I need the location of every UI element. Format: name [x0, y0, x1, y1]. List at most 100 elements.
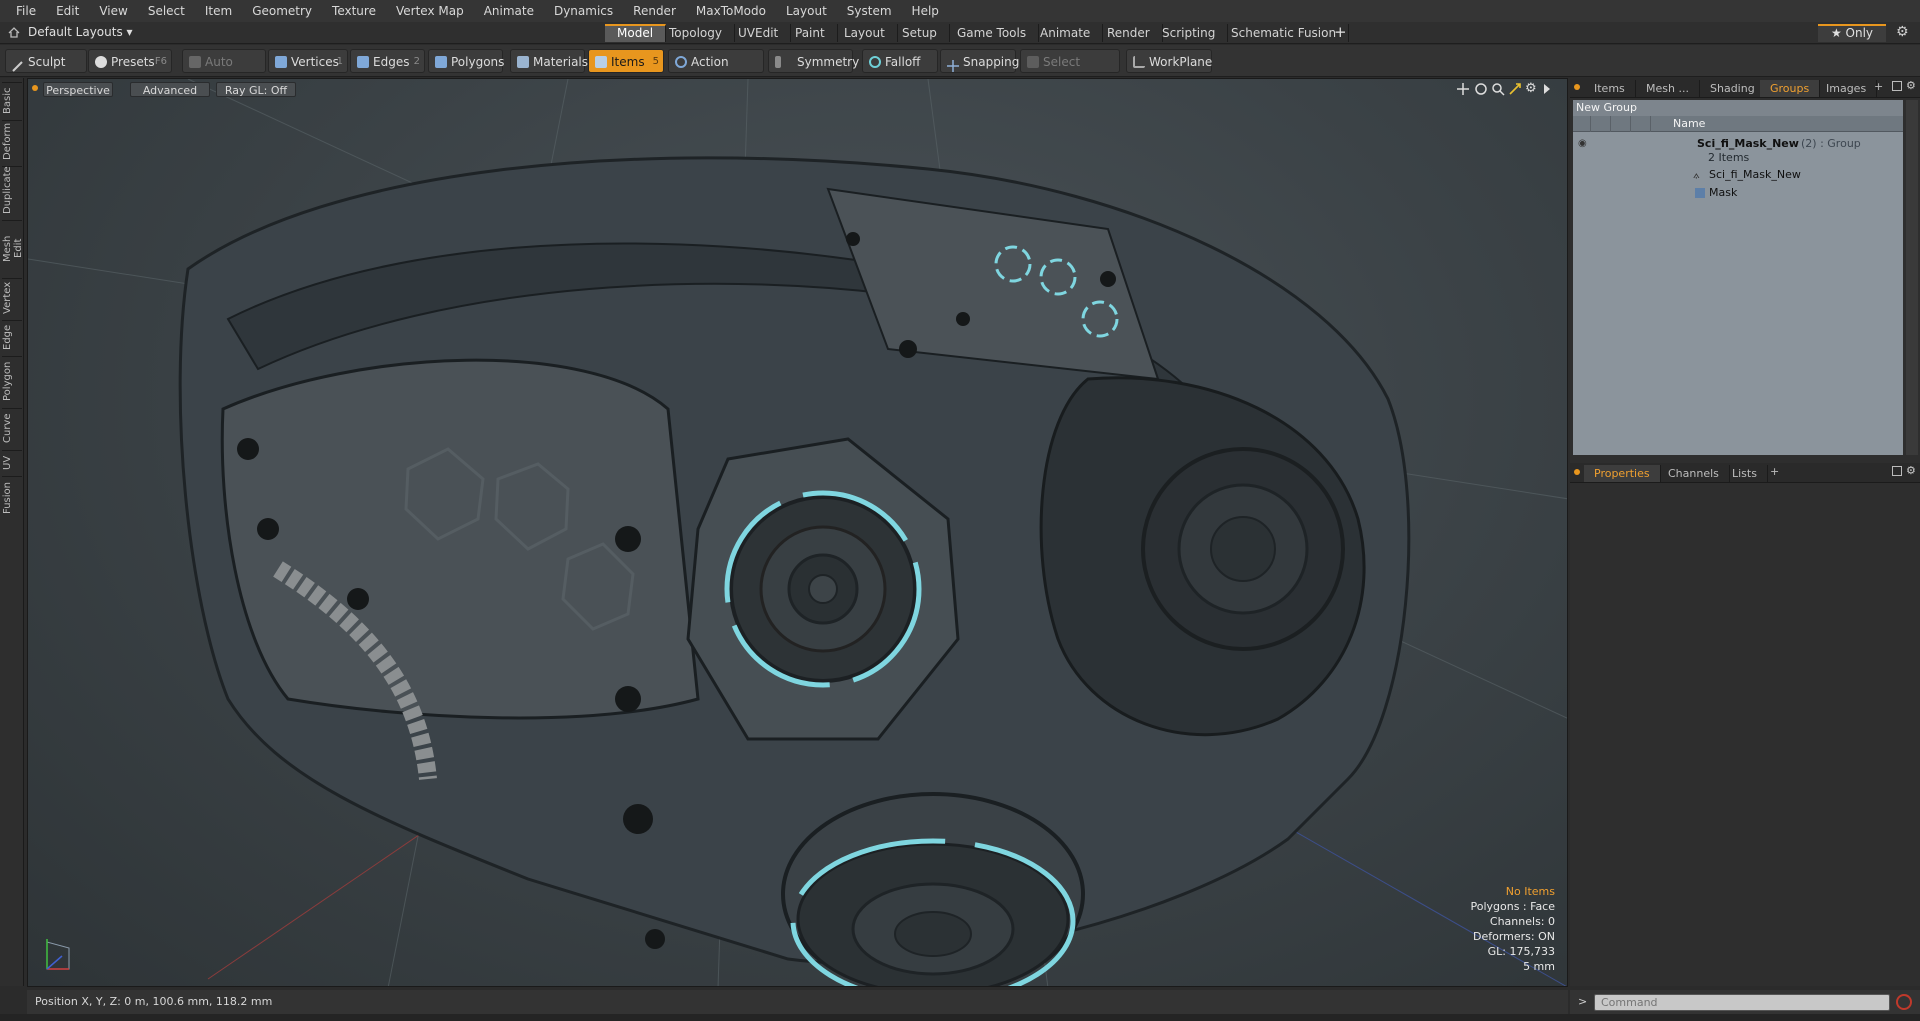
vertices-label: Vertices	[291, 55, 339, 69]
vtab-deform[interactable]: Deform	[2, 120, 22, 164]
items-button[interactable]: Items 5	[588, 49, 664, 73]
select-column-icon[interactable]	[1631, 116, 1651, 132]
vtab-mesh-edit[interactable]: Mesh Edit	[2, 220, 24, 276]
materials-icon	[517, 56, 529, 68]
list-item[interactable]: ⟑ Sci_fi_Mask_New	[1573, 167, 1903, 185]
tab-setup[interactable]: Setup	[890, 24, 950, 42]
tab-game-tools[interactable]: Game Tools	[945, 24, 1040, 42]
menu-animate[interactable]: Animate	[474, 4, 544, 18]
tab-shading[interactable]: Shading	[1700, 80, 1766, 97]
symmetry-button[interactable]: Symmetry	[768, 49, 859, 73]
menu-maxtomodo[interactable]: MaxToModo	[686, 4, 776, 18]
eye-icon[interactable]: ◉	[1578, 138, 1587, 149]
tab-layout[interactable]: Layout	[832, 24, 898, 42]
edges-icon	[357, 56, 369, 68]
tab-schematic-fusion[interactable]: Schematic Fusion	[1219, 24, 1350, 42]
tab-paint[interactable]: Paint	[783, 24, 838, 42]
vtab-basic[interactable]: Basic	[2, 82, 22, 118]
only-toggle[interactable]: ★ Only	[1818, 24, 1886, 42]
record-icon[interactable]	[1896, 994, 1912, 1010]
name-column-header[interactable]: Name	[1673, 117, 1705, 130]
panel-gear-icon[interactable]: ⚙	[1906, 79, 1916, 92]
groups-scrollbar[interactable]	[1906, 100, 1918, 455]
vtab-fusion[interactable]: Fusion	[2, 476, 22, 520]
action-center-button[interactable]: Action Center	[668, 49, 764, 93]
new-group-button[interactable]: New Group	[1576, 101, 1637, 114]
vtab-curve[interactable]: Curve	[2, 408, 22, 448]
menu-texture[interactable]: Texture	[322, 4, 386, 18]
presets-button[interactable]: Presets F6	[88, 49, 172, 73]
tab-items[interactable]: Items	[1584, 80, 1636, 97]
lock-column-icon[interactable]	[1611, 116, 1631, 132]
layout-bar: Default Layouts ▾ Model Topology UVEdit …	[0, 22, 1920, 44]
fit-icon[interactable]	[1508, 82, 1522, 96]
menu-layout[interactable]: Layout	[776, 4, 837, 18]
viewport-settings-icon[interactable]: ⚙	[1525, 81, 1537, 96]
tab-images[interactable]: Images	[1816, 80, 1878, 97]
tab-mesh[interactable]: Mesh ...	[1636, 80, 1700, 97]
menu-edit[interactable]: Edit	[46, 4, 89, 18]
vtab-duplicate[interactable]: Duplicate	[2, 166, 22, 218]
sculpt-button[interactable]: Sculpt	[5, 49, 87, 73]
shading-advanced-dropdown[interactable]: Advanced	[130, 82, 210, 97]
menu-file[interactable]: File	[6, 4, 46, 18]
select-through-icon	[1027, 56, 1039, 68]
add-panel-tab-button[interactable]: +	[1770, 465, 1779, 478]
panel-dot-icon[interactable]	[1574, 469, 1580, 475]
vtab-edge[interactable]: Edge	[2, 320, 22, 354]
vtab-polygon[interactable]: Polygon	[2, 356, 22, 406]
3d-viewport[interactable]: Perspective Advanced Ray GL: Off ⚙ No It…	[27, 78, 1568, 987]
render-column-icon[interactable]	[1591, 116, 1611, 132]
tab-properties[interactable]: Properties	[1584, 465, 1661, 482]
materials-button[interactable]: Materials	[510, 49, 588, 73]
zoom-icon[interactable]	[1491, 82, 1505, 96]
sculpt-icon	[12, 56, 24, 72]
menu-render[interactable]: Render	[623, 4, 686, 18]
maximize-icon[interactable]	[1892, 81, 1902, 91]
snapping-button[interactable]: Snapping	[940, 49, 1019, 73]
panel-dot-icon[interactable]	[1574, 84, 1580, 90]
tab-groups[interactable]: Groups	[1760, 80, 1821, 97]
select-through-button[interactable]: Select Through	[1020, 49, 1120, 93]
sci-fi-mask-model	[178, 156, 1411, 986]
vertices-button[interactable]: Vertices 1	[268, 49, 348, 73]
workplane-button[interactable]: WorkPlane	[1126, 49, 1212, 73]
menu-select[interactable]: Select	[138, 4, 195, 18]
raygl-toggle[interactable]: Ray GL: Off	[216, 82, 296, 97]
menu-view[interactable]: View	[89, 4, 137, 18]
gear-icon[interactable]: ⚙	[1896, 24, 1909, 40]
scene-canvas[interactable]	[28, 79, 1568, 987]
rotate-icon[interactable]	[1474, 82, 1488, 96]
falloff-button[interactable]: Falloff	[862, 49, 938, 73]
visibility-column-icon[interactable]	[1573, 116, 1591, 132]
tab-uvedit[interactable]: UVEdit	[726, 24, 792, 42]
command-input[interactable]	[1594, 994, 1890, 1011]
list-item[interactable]: Mask	[1573, 185, 1903, 203]
polygons-button[interactable]: Polygons	[428, 49, 504, 73]
view-perspective-dropdown[interactable]: Perspective	[43, 82, 113, 97]
vtab-vertex[interactable]: Vertex	[2, 278, 22, 318]
tab-channels[interactable]: Channels	[1658, 465, 1730, 482]
tab-topology[interactable]: Topology	[657, 24, 735, 42]
viewport-dot-icon[interactable]	[32, 85, 38, 91]
edges-button[interactable]: Edges 2	[350, 49, 425, 73]
menu-system[interactable]: System	[837, 4, 902, 18]
menu-dynamics[interactable]: Dynamics	[544, 4, 623, 18]
layout-home-icon[interactable]	[8, 26, 20, 38]
viewport-expand-arrow-icon[interactable]	[1542, 82, 1552, 96]
tab-lists[interactable]: Lists	[1722, 465, 1768, 482]
default-layouts-dropdown[interactable]: Default Layouts ▾	[28, 25, 133, 39]
add-panel-tab-button[interactable]: +	[1874, 80, 1883, 93]
panel-gear-icon[interactable]: ⚙	[1906, 464, 1916, 477]
menu-item[interactable]: Item	[195, 4, 242, 18]
auto-select-button[interactable]: Auto Select	[182, 49, 266, 93]
vtab-uv[interactable]: UV	[2, 450, 22, 474]
tab-animate[interactable]: Animate	[1028, 24, 1104, 42]
menu-vertex-map[interactable]: Vertex Map	[386, 4, 474, 18]
add-tab-button[interactable]: +	[1334, 23, 1347, 41]
pan-icon[interactable]	[1456, 82, 1470, 96]
menu-geometry[interactable]: Geometry	[242, 4, 322, 18]
maximize-icon[interactable]	[1892, 466, 1902, 476]
tab-scripting[interactable]: Scripting	[1150, 24, 1229, 42]
menu-help[interactable]: Help	[902, 4, 949, 18]
